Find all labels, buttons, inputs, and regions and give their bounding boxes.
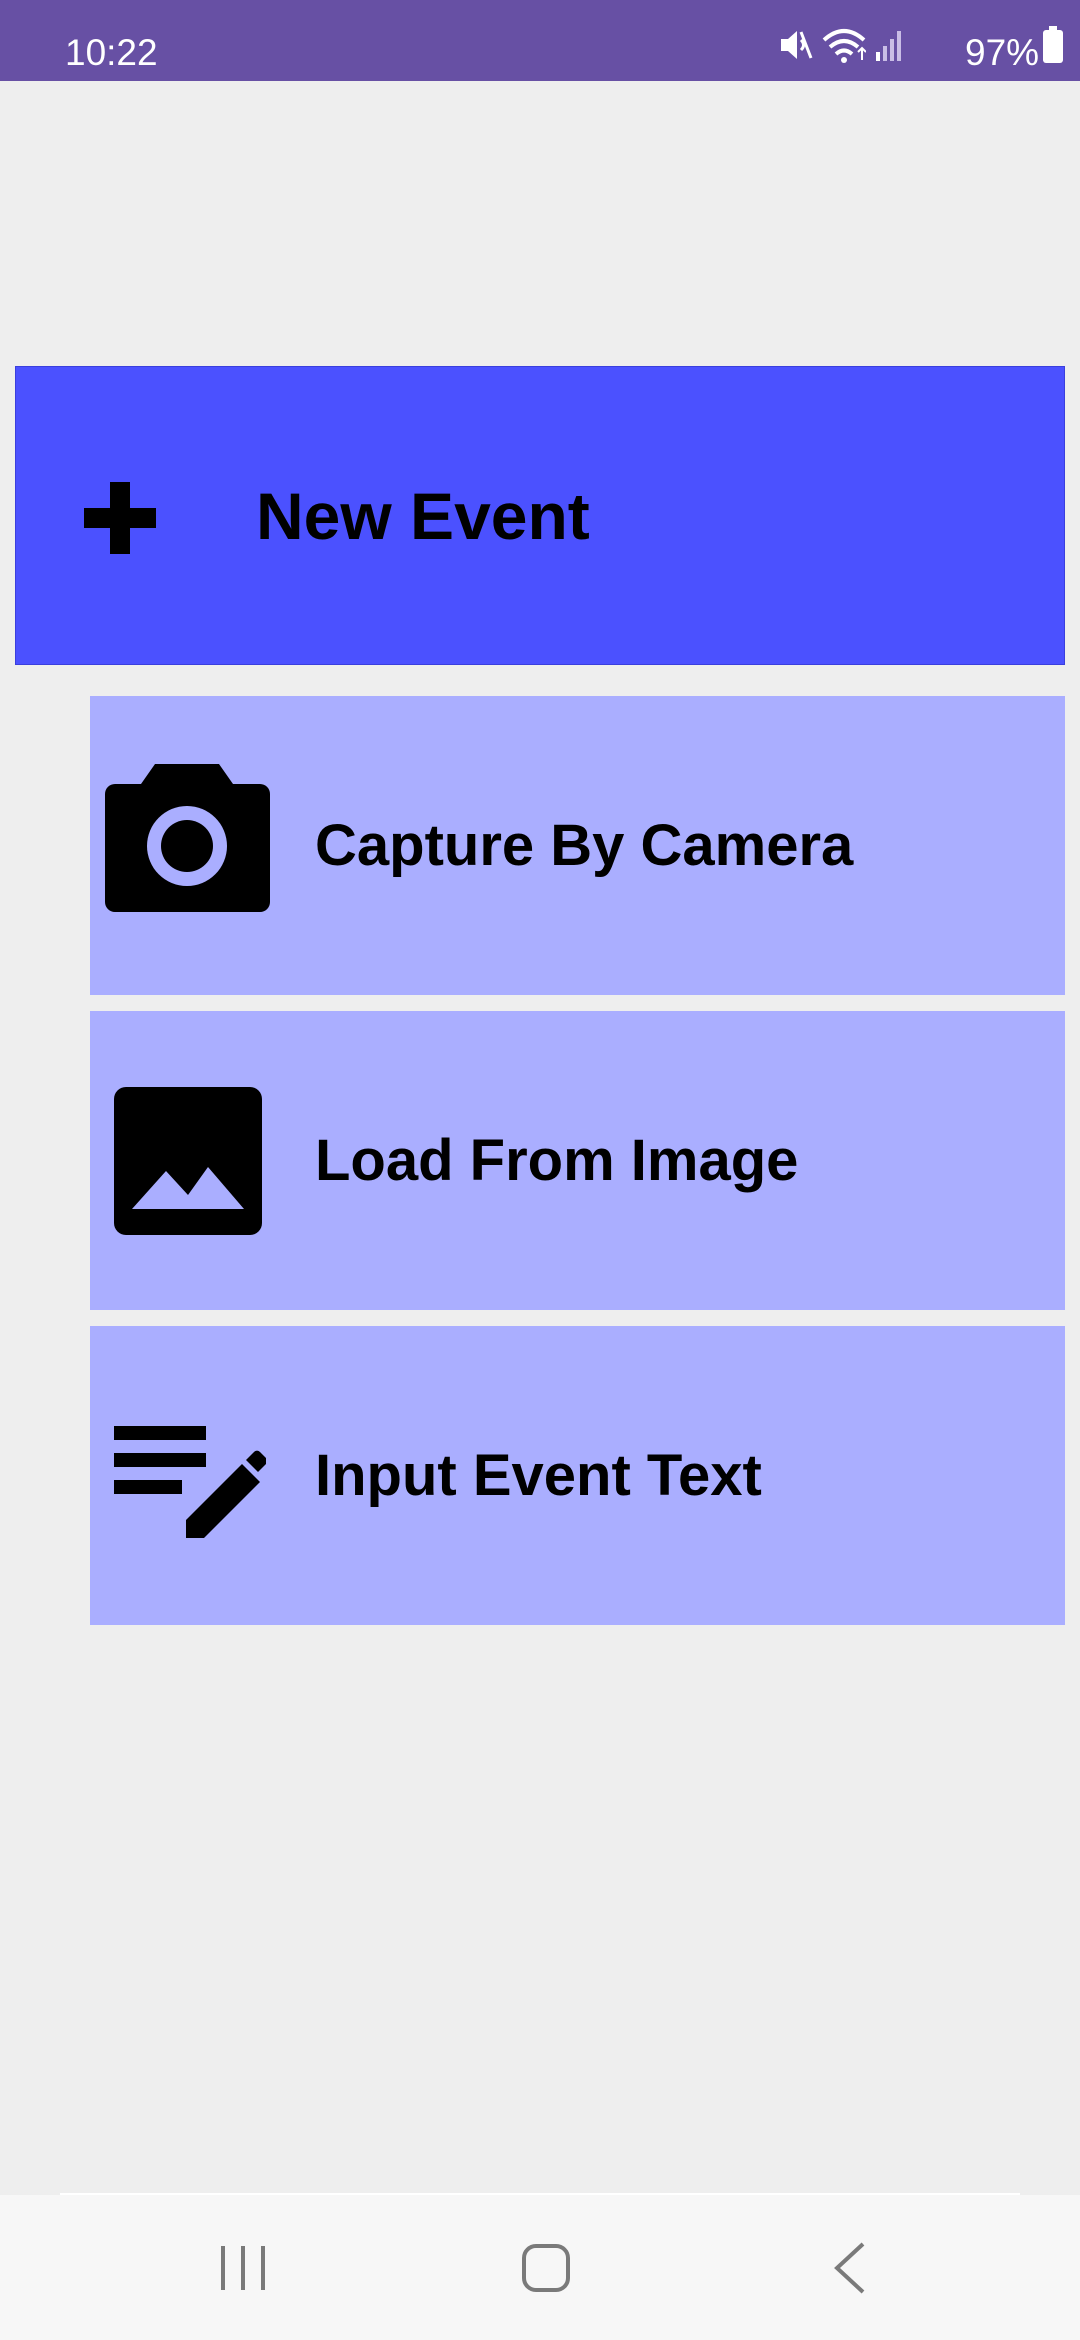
plus-icon: [84, 482, 156, 554]
home-icon: [522, 2243, 570, 2292]
input-event-text-button[interactable]: Input Event Text: [90, 1326, 1065, 1625]
home-button[interactable]: [466, 2195, 626, 2340]
mute-icon: [781, 31, 813, 59]
input-event-text-label: Input Event Text: [315, 1443, 762, 1508]
status-bar: 10:22 97%: [0, 0, 1080, 81]
battery-icon: [1043, 26, 1063, 63]
back-icon: [834, 2242, 865, 2293]
signal-icon: [876, 31, 901, 61]
load-from-image-label: Load From Image: [315, 1128, 799, 1193]
camera-icon: [105, 764, 270, 912]
image-icon: [114, 1087, 262, 1235]
recent-apps-icon: [221, 2245, 265, 2290]
wifi-icon: [822, 29, 866, 63]
capture-by-camera-button[interactable]: Capture By Camera: [90, 696, 1065, 995]
screen: 10:22 97% New Event Capture By Camera Lo…: [0, 0, 1080, 2340]
capture-by-camera-label: Capture By Camera: [315, 813, 854, 878]
recent-apps-button[interactable]: [163, 2195, 323, 2340]
new-event-button[interactable]: New Event: [15, 366, 1065, 665]
edit-text-icon: [114, 1426, 266, 1538]
status-time: 10:22: [65, 32, 158, 73]
new-event-label: New Event: [256, 479, 590, 553]
battery-percent: 97%: [965, 32, 1040, 73]
navigation-bar: [0, 2195, 1080, 2340]
back-button[interactable]: [770, 2195, 930, 2340]
status-icons: 97%: [750, 0, 1080, 81]
load-from-image-button[interactable]: Load From Image: [90, 1011, 1065, 1310]
